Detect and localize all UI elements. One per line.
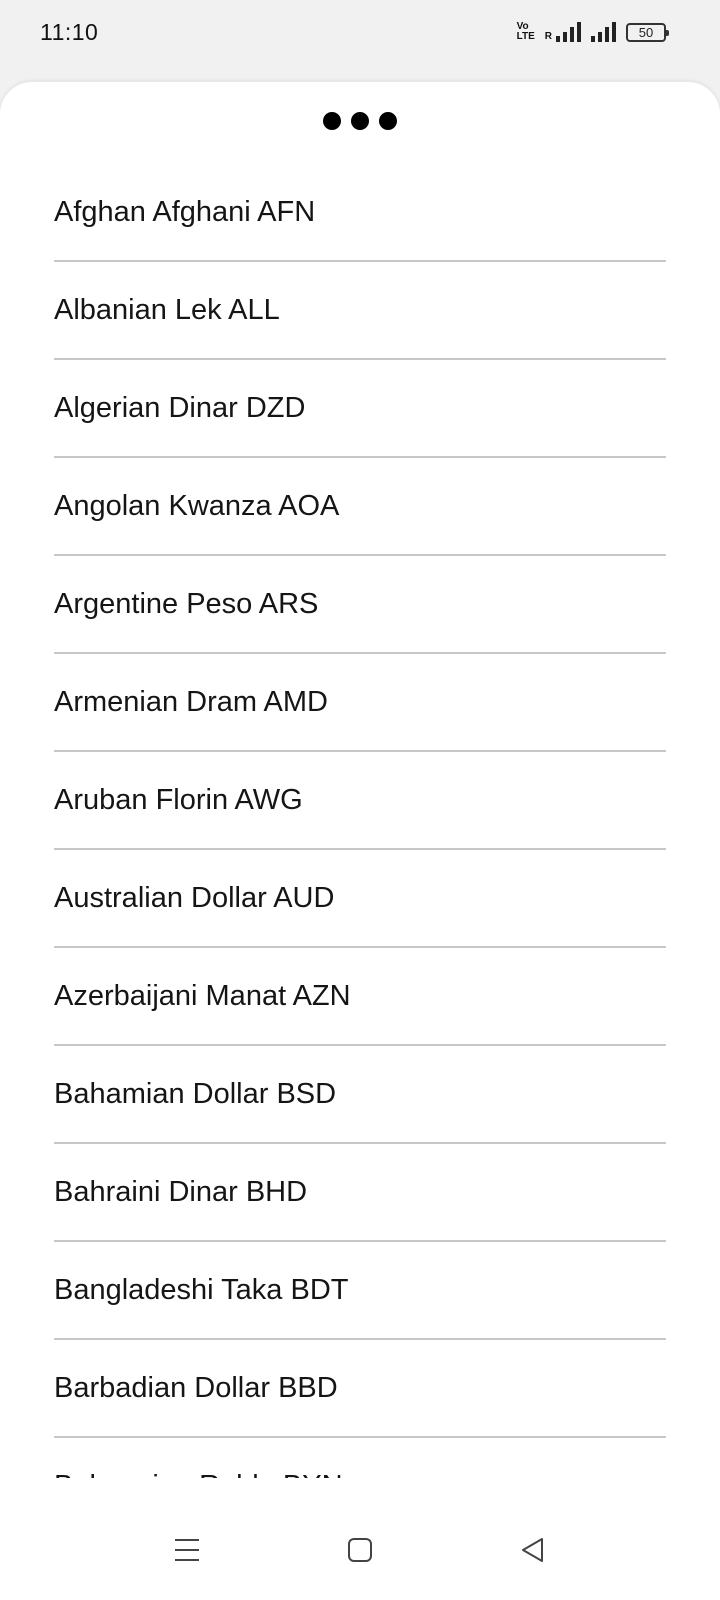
currency-item[interactable]: Argentine Peso ARS (54, 556, 666, 654)
home-square-icon (347, 1538, 372, 1562)
status-time: 11:10 (40, 18, 99, 45)
currency-picker-sheet: Afghan Afghani AFN Albanian Lek ALL Alge… (0, 82, 720, 1500)
back-nav-button[interactable] (503, 1520, 563, 1580)
battery-level: 50 (638, 24, 654, 40)
signal-strength-icon-2 (591, 22, 616, 42)
signal-strength-icon-1 (556, 22, 581, 42)
menu-icon (174, 1539, 199, 1561)
volte-bottom-label: LTE (516, 31, 535, 42)
currency-item[interactable]: Barbadian Dollar BBD (54, 1340, 666, 1438)
currency-item[interactable]: Algerian Dinar DZD (54, 360, 666, 458)
navigation-bar (0, 1500, 720, 1600)
currency-item[interactable]: Australian Dollar AUD (54, 850, 666, 948)
currency-item[interactable]: Bahamian Dollar BSD (54, 1046, 666, 1144)
currency-item[interactable]: Armenian Dram AMD (54, 654, 666, 752)
battery-icon: 50 (626, 22, 669, 42)
more-options-icon[interactable] (323, 112, 397, 130)
currency-item[interactable]: Azerbaijani Manat AZN (54, 948, 666, 1046)
currency-list: Afghan Afghani AFN Albanian Lek ALL Alge… (54, 164, 666, 1500)
volte-icon: Vo LTE (517, 22, 535, 42)
currency-item[interactable]: Afghan Afghani AFN (54, 164, 666, 262)
currency-item[interactable]: Bangladeshi Taka BDT (54, 1242, 666, 1340)
menu-nav-button[interactable] (157, 1520, 217, 1580)
home-nav-button[interactable] (330, 1520, 390, 1580)
screen: 11:10 Vo LTE R 50 Afghan Afghani AFN Alb… (0, 0, 720, 1600)
status-bar: 11:10 Vo LTE R 50 (0, 0, 720, 64)
roaming-indicator: R (544, 31, 552, 42)
list-clip-edge (0, 1478, 720, 1500)
currency-item[interactable]: Angolan Kwanza AOA (54, 458, 666, 556)
status-icons: Vo LTE R 50 (517, 22, 669, 42)
currency-item[interactable]: Albanian Lek ALL (54, 262, 666, 360)
back-triangle-icon (522, 1538, 544, 1562)
currency-item[interactable]: Aruban Florin AWG (54, 752, 666, 850)
currency-item[interactable]: Bahraini Dinar BHD (54, 1144, 666, 1242)
